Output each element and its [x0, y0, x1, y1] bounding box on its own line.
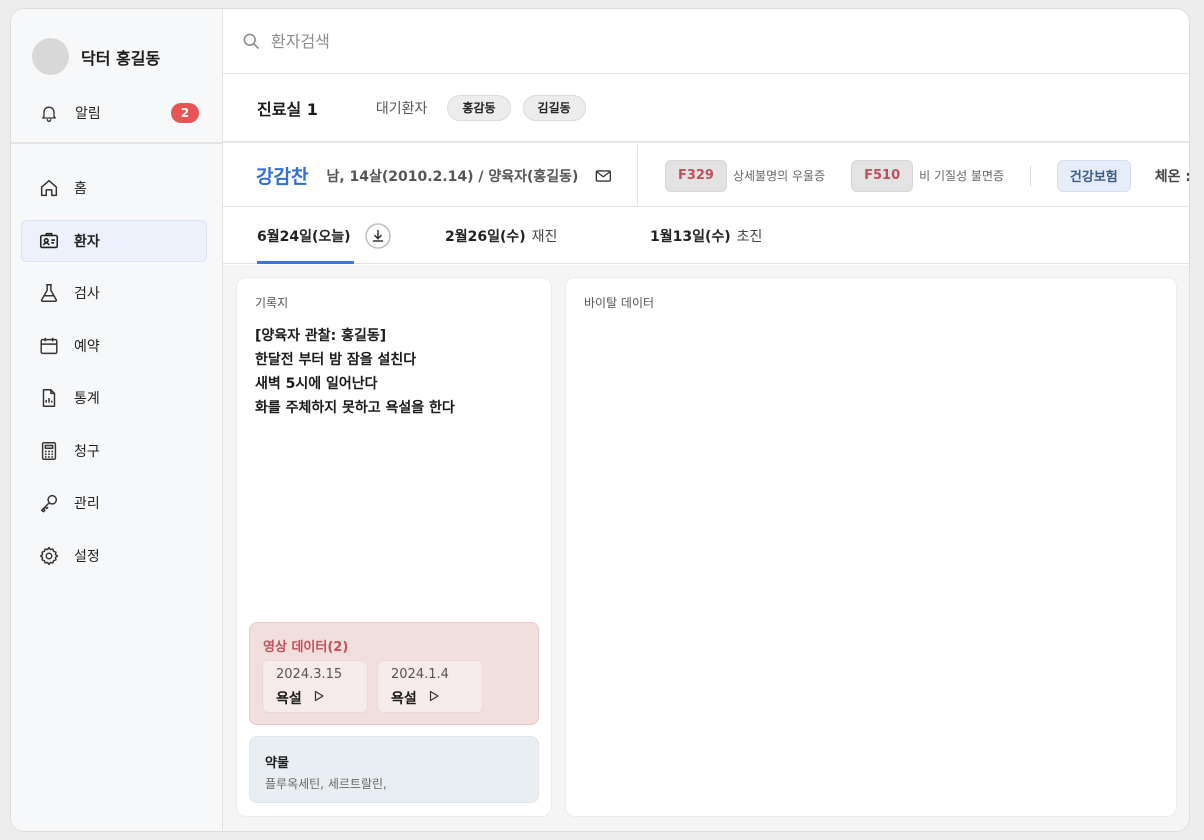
active-tab-indicator	[257, 261, 354, 264]
calculator-icon	[41, 441, 57, 460]
record-line: [양육자 관찰: 홍길동]	[255, 328, 387, 344]
record-line: 새벽 5시에 일어난다	[255, 376, 378, 392]
tab-date: 1월13일(수)	[650, 228, 731, 245]
video-data-title: 영상 데이터(2)	[263, 640, 349, 655]
sidebar-item-label: 환자	[74, 233, 100, 250]
video-label: 욕설	[276, 691, 302, 707]
sidebar-item-label: 청구	[74, 443, 100, 460]
record-title: 기록지	[255, 296, 289, 310]
play-icon	[429, 690, 439, 702]
tab-visit-kind: 재진	[531, 228, 558, 245]
tab-visit-kind: 초진	[736, 228, 763, 245]
avatar	[32, 38, 69, 75]
waiting-patient-chip[interactable]: 김길동	[522, 94, 586, 121]
tab-visit-first[interactable]: 1월13일(수) 초진	[650, 207, 762, 264]
alarm-count-badge: 2	[171, 103, 199, 123]
sidebar-item-patients[interactable]: 환자	[21, 219, 207, 262]
sidebar-item-home[interactable]: 홈	[21, 167, 207, 209]
sidebar-item-label: 관리	[74, 496, 100, 512]
video-item[interactable]: 2024.3.15 욕설	[262, 660, 368, 713]
room-title: 진료실 1	[257, 99, 318, 119]
calendar-icon	[40, 337, 58, 354]
video-label: 욕설	[391, 691, 417, 707]
patient-name[interactable]: 강감찬	[256, 162, 308, 189]
alarm-label: 알림	[75, 106, 101, 122]
vital-data-card: 바이탈 데이터	[565, 277, 1177, 817]
video-data-panel: 영상 데이터(2) 2024.3.15 욕설 2024.1.4 욕설	[249, 622, 539, 725]
header-divider	[1030, 165, 1031, 186]
sidebar: 닥터 홍길동 알림 2 홈 환자 검사 예약 통계 청구 관리 설정	[11, 9, 223, 831]
gear-icon	[39, 546, 59, 565]
flask-icon	[40, 284, 58, 302]
mail-icon[interactable]	[594, 165, 613, 187]
search-icon	[243, 33, 259, 49]
content-area: 기록지 [양육자 관찰: 홍길동] 한달전 부터 밤 잠을 설친다 새벽 5시에…	[223, 265, 1189, 831]
tab-date: 6월24일(오늘)	[257, 228, 351, 245]
sidebar-item-billing[interactable]: 청구	[21, 430, 207, 472]
patient-id-icon	[39, 232, 59, 248]
waiting-label: 대기환자	[375, 100, 428, 117]
bell-icon	[42, 106, 56, 122]
header-divider	[637, 145, 638, 206]
sidebar-item-label: 예약	[74, 338, 100, 355]
record-card: 기록지 [양육자 관찰: 홍길동] 한달전 부터 밤 잠을 설친다 새벽 5시에…	[236, 277, 552, 817]
sidebar-item-label: 홈	[74, 181, 87, 197]
medication-title: 약물	[265, 756, 289, 771]
patient-info: 남, 14살(2010.2.14) / 양육자(홍길동)	[326, 168, 579, 185]
sidebar-nav: 홈 환자 검사 예약 통계 청구 관리 설정	[21, 167, 207, 587]
patient-header: 강감찬 남, 14살(2010.2.14) / 양육자(홍길동) F329 상세…	[223, 145, 1190, 207]
video-date: 2024.3.15	[276, 667, 343, 682]
app-window: 닥터 홍길동 알림 2 홈 환자 검사 예약 통계 청구 관리 설정 환자검색 …	[10, 8, 1190, 832]
sidebar-divider	[11, 142, 223, 144]
video-item[interactable]: 2024.1.4 욕설	[377, 660, 483, 713]
tab-date: 2월26일(수)	[445, 228, 526, 245]
diagnosis-label: 상세불명의 우울증	[732, 169, 826, 183]
tab-visit-followup[interactable]: 2월26일(수) 재진	[445, 207, 557, 264]
search-bar	[223, 9, 1189, 74]
sidebar-item-label: 설정	[74, 548, 100, 565]
diagnosis-code-chip[interactable]: F329	[664, 159, 727, 192]
record-line: 화를 주체하지 못하고 욕설을 한다	[255, 400, 455, 416]
doctor-name: 닥터 홍길동	[81, 48, 161, 68]
alarm-button[interactable]: 알림 2	[39, 101, 199, 125]
patient-search-input[interactable]	[271, 31, 671, 51]
sidebar-item-statistics[interactable]: 통계	[21, 377, 207, 419]
doctor-profile[interactable]: 닥터 홍길동	[32, 38, 160, 75]
sidebar-item-reservations[interactable]: 예약	[21, 325, 207, 367]
sidebar-item-tests[interactable]: 검사	[21, 272, 207, 314]
waiting-patient-chip[interactable]: 홍감동	[447, 94, 511, 121]
medication-list: 플루옥세틴, 세르트랄린,	[265, 777, 387, 791]
vital-data-title: 바이탈 데이터	[584, 296, 655, 310]
insurance-badge: 건강보험	[1056, 159, 1131, 192]
report-icon	[42, 389, 56, 407]
medication-panel[interactable]: 약물 플루옥세틴, 세르트랄린,	[249, 736, 539, 803]
record-line: 한달전 부터 밤 잠을 설친다	[255, 352, 417, 368]
diagnosis-label: 비 기질성 불면증	[919, 169, 1005, 183]
play-icon	[314, 690, 324, 702]
download-icon[interactable]	[364, 222, 391, 249]
diagnosis-code-chip[interactable]: F510	[851, 159, 914, 192]
room-bar: 진료실 1 대기환자 홍감동 김길동	[223, 74, 1189, 143]
main-panel: 진료실 1 대기환자 홍감동 김길동 강감찬 남, 14살(2010.2.14)…	[223, 9, 1190, 831]
video-date: 2024.1.4	[391, 667, 449, 682]
home-icon	[40, 179, 58, 197]
temperature-label: 체온 :	[1154, 168, 1190, 185]
sidebar-item-management[interactable]: 관리	[21, 482, 207, 524]
sidebar-item-label: 통계	[74, 391, 100, 407]
sidebar-item-settings[interactable]: 설정	[21, 535, 207, 577]
key-icon	[40, 494, 58, 513]
tab-visit-today[interactable]: 6월24일(오늘)	[257, 207, 391, 264]
visit-tabs: 6월24일(오늘) 2월26일(수) 재진 1월13일(수) 초진	[223, 207, 1189, 264]
record-text[interactable]: [양육자 관찰: 홍길동] 한달전 부터 밤 잠을 설친다 새벽 5시에 일어난…	[255, 324, 455, 420]
sidebar-item-label: 검사	[74, 286, 100, 302]
